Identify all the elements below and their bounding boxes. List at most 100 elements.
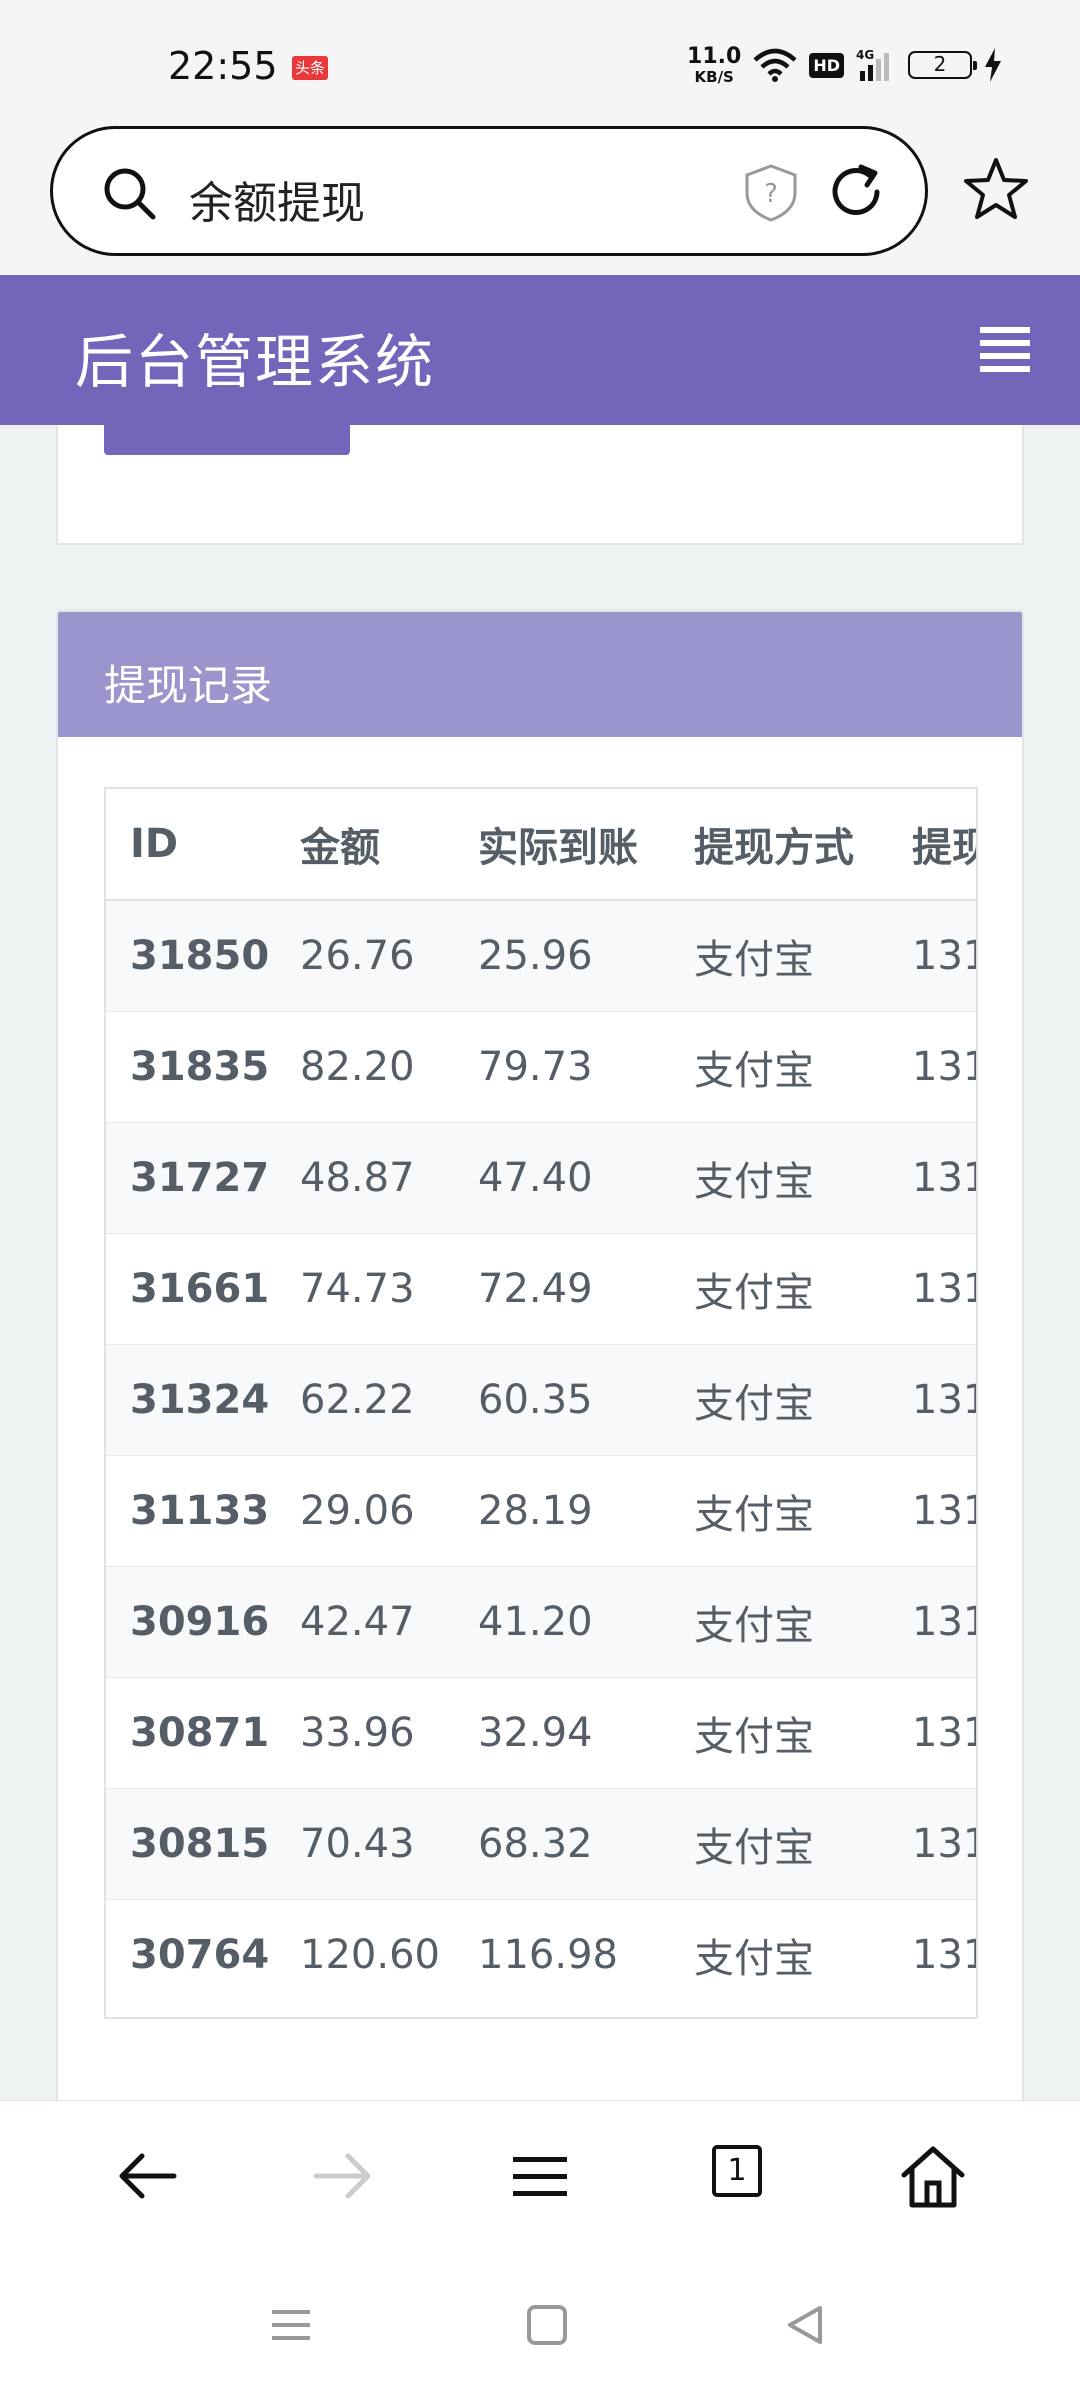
cell-method: 支付宝 (670, 1787, 888, 1899)
shield-icon[interactable]: ? (743, 163, 799, 223)
cell-account: 131 (888, 1787, 976, 1899)
cell-method: 支付宝 (670, 1898, 888, 2010)
net-speed-value: 11.0 (687, 43, 742, 69)
app-header: 后台管理系统 (0, 275, 1080, 425)
cell-amount: 48.87 (276, 1121, 454, 1233)
table-row: 3113329.0628.19支付宝131 (106, 1454, 976, 1566)
status-time: 22:55 (168, 44, 278, 88)
status-bar: 22:55 头条 11.0 KB/S HD 4G 2 (0, 0, 1080, 120)
cell-id: 30815 (106, 1787, 276, 1899)
withdraw-table: ID 金额 实际到账 提现方式 提现 3185026.7625.96支付宝131… (106, 789, 976, 2010)
forward-arrow-icon[interactable] (308, 2141, 378, 2211)
table-row: 3183582.2079.73支付宝131 (106, 1010, 976, 1122)
table-row: 3087133.9632.94支付宝131 (106, 1676, 976, 1788)
cell-amount: 82.20 (276, 1010, 454, 1122)
cell-id: 31727 (106, 1121, 276, 1233)
cell-account: 131 (888, 899, 976, 1011)
cell-account: 131 (888, 1454, 976, 1566)
cell-method: 支付宝 (670, 1676, 888, 1788)
toutiao-notification-icon: 头条 (292, 56, 328, 80)
hamburger-menu-icon[interactable] (980, 325, 1030, 373)
cell-account: 131 (888, 1343, 976, 1455)
cell-actual: 41.20 (454, 1565, 670, 1677)
browser-toolbar: 余额提现 ? (0, 120, 1080, 275)
back-arrow-icon[interactable] (112, 2141, 182, 2211)
cell-method: 支付宝 (670, 1454, 888, 1566)
cell-amount: 120.60 (276, 1898, 454, 2010)
table-row: 3185026.7625.96支付宝131 (106, 899, 976, 1011)
withdraw-records-card: 提现记录 ID 金额 实际到账 提现方式 提现 3185026.7625.96支… (56, 610, 1024, 2110)
star-icon[interactable] (962, 156, 1030, 222)
wifi-icon (753, 48, 797, 82)
cell-actual: 60.35 (454, 1343, 670, 1455)
cell-id: 31133 (106, 1454, 276, 1566)
home-square-icon[interactable] (522, 2300, 572, 2350)
table-body: 3185026.7625.96支付宝1313183582.2079.73支付宝1… (106, 899, 976, 2010)
cell-amount: 29.06 (276, 1454, 454, 1566)
cell-account: 131 (888, 1121, 976, 1233)
battery-icon: 2 (908, 51, 977, 79)
cell-actual: 28.19 (454, 1454, 670, 1566)
submit-button[interactable] (104, 425, 350, 455)
app-title: 后台管理系统 (75, 328, 436, 396)
table-row: 3091642.4741.20支付宝131 (106, 1565, 976, 1677)
cell-id: 31661 (106, 1232, 276, 1344)
system-nav-bar (0, 2250, 1080, 2400)
address-text[interactable]: 余额提现 (189, 167, 365, 231)
cell-actual: 79.73 (454, 1010, 670, 1122)
cell-account: 131 (888, 1010, 976, 1122)
card-header: 提现记录 (58, 612, 1022, 737)
column-header-actual[interactable]: 实际到账 (454, 789, 670, 901)
signal-4g-icon: 4G (856, 48, 889, 81)
cell-amount: 33.96 (276, 1676, 454, 1788)
cell-method: 支付宝 (670, 1343, 888, 1455)
cell-method: 支付宝 (670, 1232, 888, 1344)
table-row: 3081570.4368.32支付宝131 (106, 1787, 976, 1899)
charging-icon (985, 48, 1001, 82)
signal-label: 4G (856, 48, 874, 62)
cell-amount: 26.76 (276, 899, 454, 1011)
back-triangle-icon[interactable] (780, 2300, 830, 2350)
cell-amount: 62.22 (276, 1343, 454, 1455)
cell-id: 31835 (106, 1010, 276, 1122)
column-header-method[interactable]: 提现方式 (670, 789, 888, 901)
card-title: 提现记录 (104, 661, 273, 710)
home-icon[interactable] (898, 2141, 968, 2211)
withdraw-table-container[interactable]: ID 金额 实际到账 提现方式 提现 3185026.7625.96支付宝131… (104, 787, 978, 2019)
cell-method: 支付宝 (670, 1565, 888, 1677)
cell-actual: 68.32 (454, 1787, 670, 1899)
svg-text:?: ? (764, 179, 778, 209)
browser-bottom-nav: 1 (0, 2100, 1080, 2250)
cell-id: 30871 (106, 1676, 276, 1788)
cell-account: 131 (888, 1232, 976, 1344)
cell-actual: 25.96 (454, 899, 670, 1011)
cell-actual: 32.94 (454, 1676, 670, 1788)
column-header-id[interactable]: ID (106, 789, 276, 901)
cell-id: 30764 (106, 1898, 276, 2010)
reload-icon[interactable] (825, 161, 887, 223)
column-header-amount[interactable]: 金额 (276, 789, 454, 901)
table-row: 30764120.60116.98支付宝131 (106, 1898, 976, 2010)
cell-amount: 74.73 (276, 1232, 454, 1344)
cell-account: 131 (888, 1565, 976, 1677)
cell-amount: 70.43 (276, 1787, 454, 1899)
cell-amount: 42.47 (276, 1565, 454, 1677)
address-bar[interactable]: 余额提现 ? (50, 126, 928, 256)
cell-account: 131 (888, 1676, 976, 1788)
cell-method: 支付宝 (670, 1010, 888, 1122)
cell-id: 31850 (106, 899, 276, 1011)
cell-account: 131 (888, 1898, 976, 2010)
table-row: 3172748.8747.40支付宝131 (106, 1121, 976, 1233)
menu-icon[interactable] (505, 2141, 575, 2211)
hd-badge: HD (809, 52, 844, 78)
recents-icon[interactable] (266, 2300, 316, 2350)
tabs-icon[interactable]: 1 (712, 2145, 762, 2197)
column-header-account[interactable]: 提现 (888, 789, 976, 901)
search-icon (104, 168, 156, 220)
net-speed-unit: KB/S (694, 67, 734, 86)
previous-card (56, 425, 1024, 545)
cell-actual: 72.49 (454, 1232, 670, 1344)
cell-id: 31324 (106, 1343, 276, 1455)
table-row: 3132462.2260.35支付宝131 (106, 1343, 976, 1455)
table-row: 3166174.7372.49支付宝131 (106, 1232, 976, 1344)
